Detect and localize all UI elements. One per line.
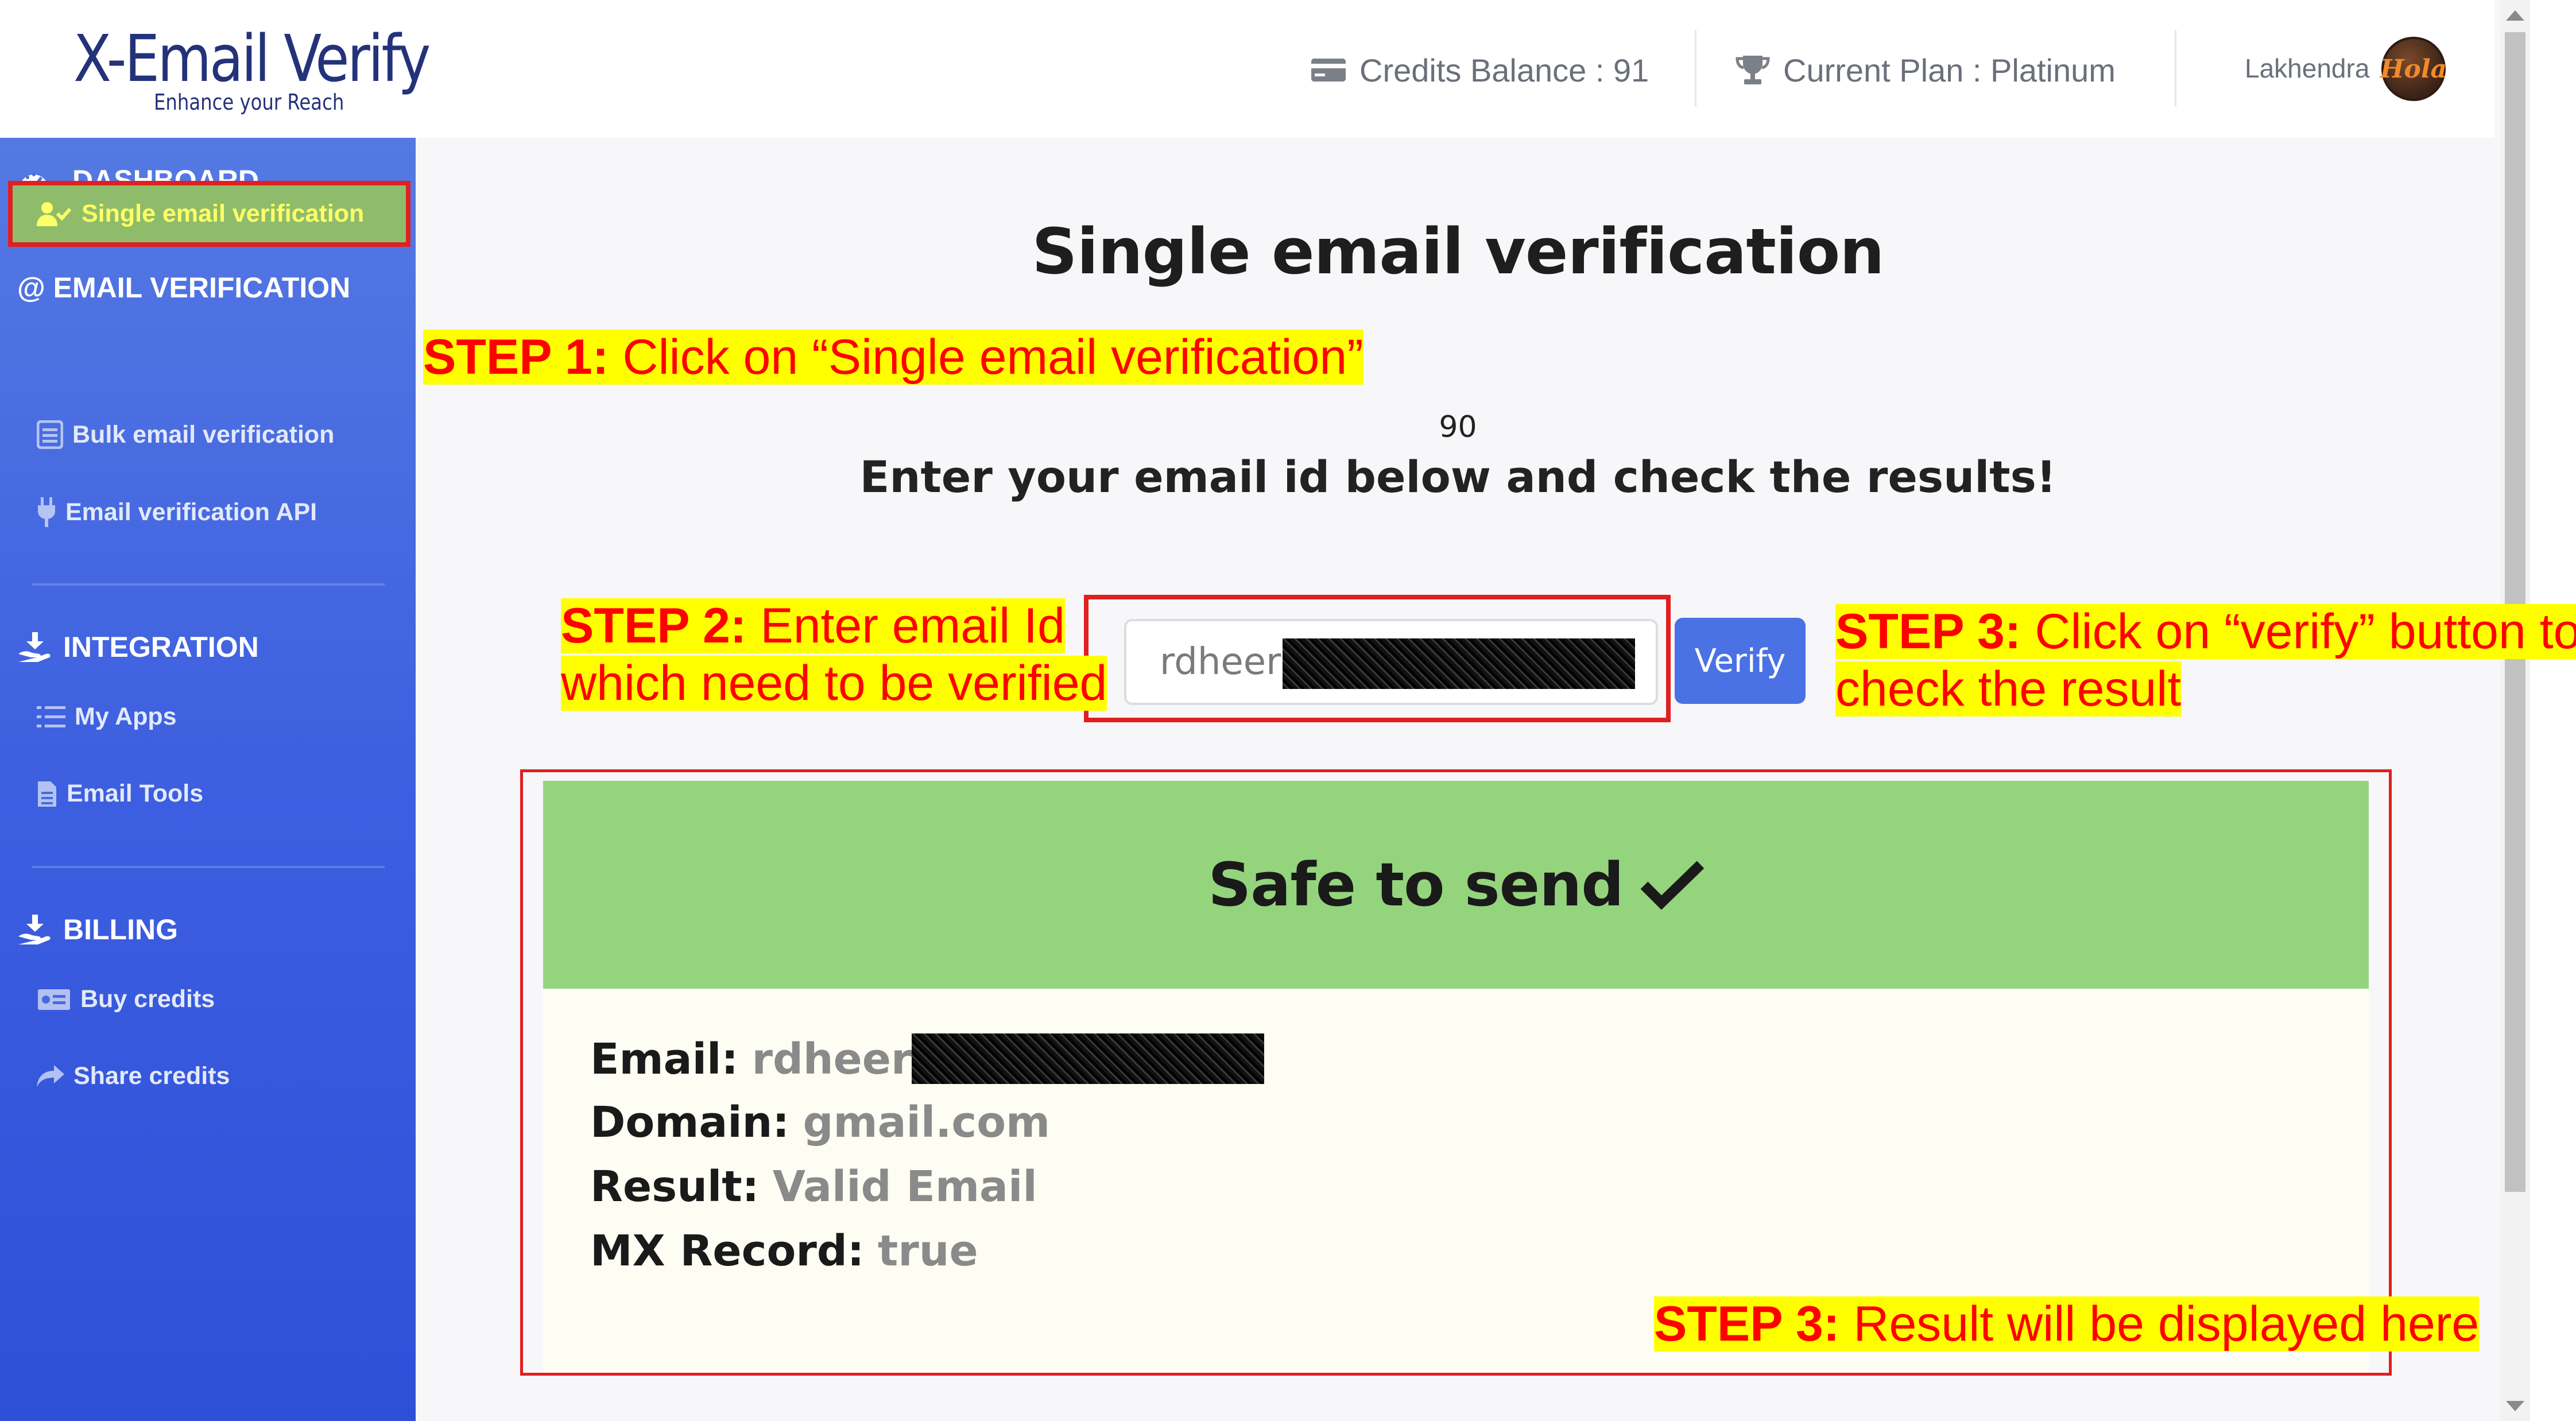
sidebar-heading-label: @ EMAIL VERIFICATION — [17, 272, 351, 304]
email-input-value: rdheer — [1160, 641, 1281, 683]
sidebar-divider — [32, 583, 385, 586]
plug-icon — [37, 497, 56, 527]
trophy-icon — [1735, 53, 1771, 87]
sidebar-item-label: Buy credits — [80, 985, 215, 1013]
sidebar-heading-integration: INTEGRATION — [17, 630, 259, 664]
share-icon — [37, 1064, 64, 1088]
top-header: X-Email Verify Enhance your Reach Credit… — [0, 0, 2494, 138]
money-icon — [37, 988, 71, 1011]
credits-balance[interactable]: Credits Balance : 91 — [1310, 47, 1649, 93]
list-icon — [37, 420, 63, 449]
annotation-step3b-prefix: STEP 3: — [1654, 1296, 1840, 1352]
header-divider — [1695, 30, 1696, 107]
annotation-highlight-box — [520, 769, 2392, 1376]
user-check-icon — [37, 201, 71, 227]
sidebar-item-single-email-verification[interactable]: Single email verification — [8, 181, 410, 247]
sidebar-heading-email-verification: @ EMAIL VERIFICATION — [17, 271, 350, 304]
sidebar-item-my-apps[interactable]: My Apps — [37, 703, 177, 731]
user-name[interactable]: Lakhendra — [2245, 53, 2369, 84]
verify-button[interactable]: Verify — [1675, 618, 1806, 704]
hand-holding-icon — [17, 915, 53, 944]
annotation-step2: STEP 2: Enter email Id which need to be … — [561, 597, 1107, 712]
credits-label: Credits Balance : 91 — [1359, 52, 1649, 88]
sidebar-item-label: Share credits — [73, 1062, 230, 1090]
sidebar-item-label: My Apps — [75, 703, 177, 730]
logo-text: X-Email Verify — [73, 22, 431, 96]
annotation-step1: STEP 1: Click on “Single email verificat… — [423, 328, 1363, 386]
annotation-step2-line1: Enter email Id — [746, 598, 1065, 653]
annotation-step1-text: Click on “Single email verification” — [609, 330, 1363, 385]
sidebar-heading-label: BILLING — [63, 913, 178, 946]
page-subtitle: Enter your email id below and check the … — [859, 451, 2056, 502]
sidebar-item-bulk-email-verification[interactable]: Bulk email verification — [37, 420, 334, 449]
email-input[interactable]: rdheer — [1124, 619, 1658, 705]
header-divider — [2175, 30, 2176, 107]
page-title: Single email verification — [1032, 215, 1884, 288]
hand-holding-icon — [17, 632, 53, 662]
sidebar-item-share-credits[interactable]: Share credits — [37, 1062, 230, 1090]
annotation-step3: STEP 3: Click on “verify” button to chec… — [1835, 603, 2576, 718]
sidebar-heading-label: INTEGRATION — [63, 631, 259, 663]
scroll-up-arrow[interactable] — [2506, 10, 2524, 21]
sidebar-item-buy-credits[interactable]: Buy credits — [37, 985, 215, 1013]
annotation-step3-line2: check the result — [1835, 661, 2182, 717]
scroll-down-arrow[interactable] — [2506, 1401, 2524, 1411]
counter-value: 90 — [1439, 410, 1477, 444]
list-check-icon — [37, 705, 65, 729]
annotation-step1-prefix: STEP 1: — [423, 330, 609, 385]
annotation-step3-prefix: STEP 3: — [1835, 604, 2021, 659]
credit-card-icon — [1310, 56, 1347, 84]
sidebar-item-label: Email Tools — [67, 780, 204, 807]
annotation-step3b-text: Result will be displayed here — [1839, 1296, 2480, 1352]
file-icon — [37, 780, 57, 808]
sidebar-item-email-verification-api[interactable]: Email verification API — [37, 497, 317, 527]
sidebar-item-label: Bulk email verification — [72, 420, 335, 448]
logo[interactable]: X-Email Verify Enhance your Reach — [73, 22, 431, 119]
sidebar-heading-billing: BILLING — [17, 913, 178, 946]
annotation-step3-line1: Click on “verify” button to — [2021, 604, 2576, 659]
plan-label: Current Plan : Platinum — [1783, 52, 2116, 88]
redaction-block — [1283, 638, 1635, 689]
annotation-step2-line2: which need to be verified — [561, 656, 1107, 711]
sidebar-item-label: Email verification API — [65, 498, 317, 526]
sidebar-item-email-tools[interactable]: Email Tools — [37, 780, 203, 808]
annotation-step3-result: STEP 3: Result will be displayed here — [1654, 1295, 2480, 1353]
annotation-step2-prefix: STEP 2: — [561, 598, 747, 653]
current-plan[interactable]: Current Plan : Platinum — [1735, 47, 2116, 93]
logo-tagline: Enhance your Reach — [154, 90, 344, 115]
sidebar-item-label: Single email verification — [82, 200, 365, 227]
avatar[interactable]: Hola — [2380, 37, 2447, 101]
sidebar-divider — [32, 866, 385, 868]
